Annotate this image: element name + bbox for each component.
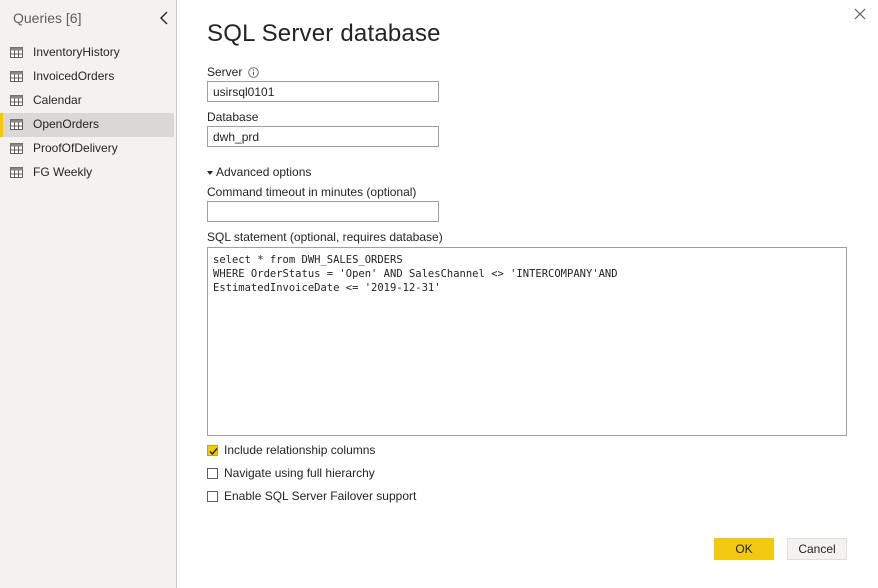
close-icon <box>854 8 866 20</box>
collapse-pane-button[interactable] <box>157 9 173 27</box>
dialog-title: SQL Server database <box>207 20 441 47</box>
checkmark-icon <box>209 447 218 455</box>
table-icon <box>10 71 23 82</box>
database-label: Database <box>207 110 259 124</box>
query-item-calendar[interactable]: Calendar <box>0 89 174 113</box>
query-list: InventoryHistory InvoicedOrders Calendar… <box>0 41 177 185</box>
query-item-label: OpenOrders <box>33 117 100 131</box>
queries-pane-title: Queries [6] <box>13 10 82 26</box>
query-item-label: InventoryHistory <box>33 45 120 59</box>
table-icon <box>10 119 23 130</box>
sql-statement-textarea[interactable]: select * from DWH_SALES_ORDERS WHERE Ord… <box>207 247 847 436</box>
sql-statement-label: SQL statement (optional, requires databa… <box>207 230 443 244</box>
timeout-input[interactable] <box>207 201 439 222</box>
query-item-label: ProofOfDelivery <box>33 141 118 155</box>
navigate-full-hierarchy-option[interactable]: Navigate using full hierarchy <box>207 466 375 480</box>
chevron-left-icon <box>160 11 168 25</box>
advanced-options-label: Advanced options <box>216 165 312 179</box>
checkbox-unchecked[interactable] <box>207 490 218 502</box>
query-item-openorders[interactable]: OpenOrders <box>0 113 174 137</box>
query-item-label: Calendar <box>33 93 82 107</box>
checkbox-unchecked[interactable] <box>207 467 218 479</box>
query-item-inventoryhistory[interactable]: InventoryHistory <box>0 41 174 65</box>
query-item-proofofdelivery[interactable]: ProofOfDelivery <box>0 137 174 161</box>
info-icon[interactable] <box>247 67 259 78</box>
checkbox-label: Include relationship columns <box>224 443 376 457</box>
enable-failover-option[interactable]: Enable SQL Server Failover support <box>207 489 416 503</box>
include-relationship-columns-option[interactable]: Include relationship columns <box>207 443 375 457</box>
server-input[interactable] <box>207 81 439 102</box>
timeout-label: Command timeout in minutes (optional) <box>207 185 417 199</box>
checkbox-checked[interactable] <box>207 444 218 456</box>
server-label: Server <box>207 65 243 79</box>
table-icon <box>10 95 23 106</box>
table-icon <box>10 167 23 178</box>
query-item-label: FG Weekly <box>33 165 93 179</box>
ok-button[interactable]: OK <box>714 538 774 560</box>
power-query-window: Queries [6] InventoryHistory InvoicedOrd… <box>0 0 878 588</box>
query-item-fg-weekly[interactable]: FG Weekly <box>0 161 174 185</box>
server-label-row: Server <box>207 65 259 79</box>
close-button[interactable] <box>853 7 867 21</box>
queries-pane: Queries [6] InventoryHistory InvoicedOrd… <box>0 0 177 588</box>
advanced-options-toggle[interactable]: Advanced options <box>207 165 311 179</box>
table-icon <box>10 47 23 58</box>
table-icon <box>10 143 23 154</box>
query-item-label: InvoicedOrders <box>33 69 115 83</box>
triangle-down-icon <box>207 170 213 175</box>
checkbox-label: Enable SQL Server Failover support <box>224 489 417 503</box>
checkbox-label: Navigate using full hierarchy <box>224 466 375 480</box>
database-input[interactable] <box>207 126 439 147</box>
cancel-button[interactable]: Cancel <box>787 538 847 560</box>
query-item-invoicedorders[interactable]: InvoicedOrders <box>0 65 174 89</box>
